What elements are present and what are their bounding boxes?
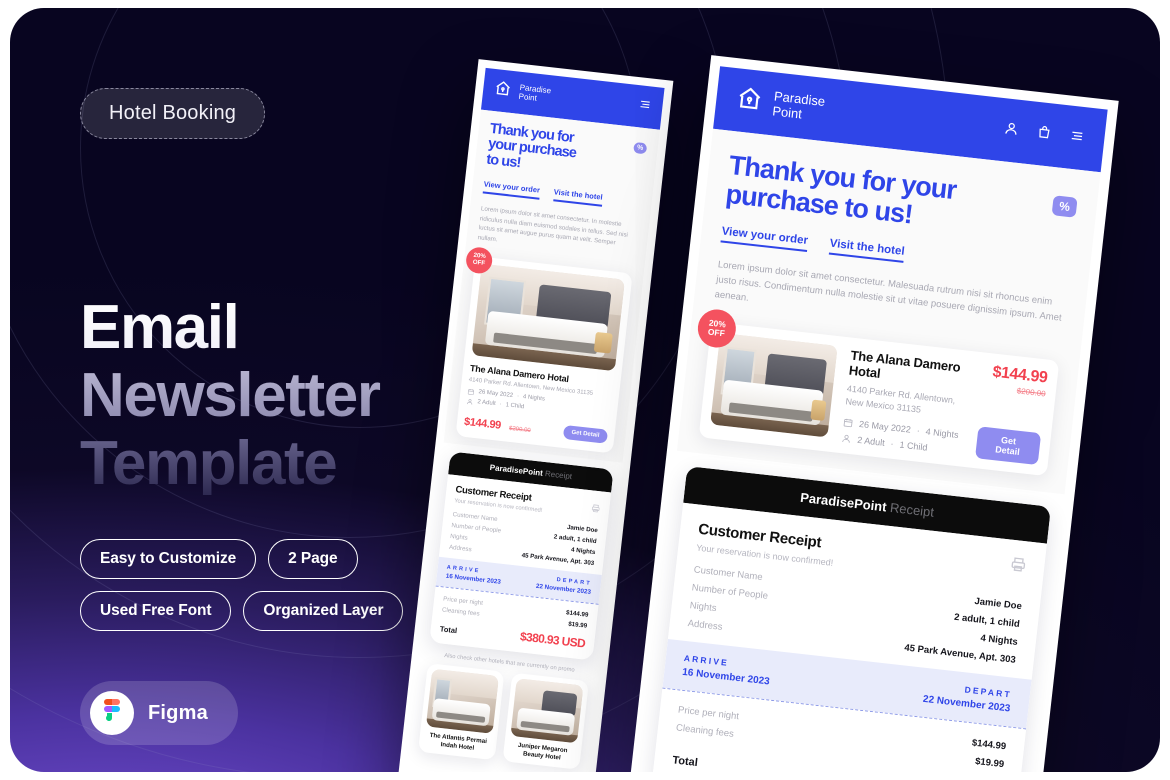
ticket-percent-icon: % <box>1051 195 1078 218</box>
hotel-card: 20% OFF The Alana Damero Hotal 4140 Parke… <box>455 245 633 453</box>
hotel-price-old: $200.00 <box>508 425 531 434</box>
hotel-photo <box>471 263 625 371</box>
brand-logo[interactable]: Paradise Point <box>493 79 552 107</box>
brand-logo[interactable]: Paradise Point <box>735 84 826 125</box>
printer-icon[interactable] <box>590 499 601 518</box>
headline-line-2: Newsletter <box>80 365 500 427</box>
hotel-card: 20% OFF The Alana Damero Hotal 4140 Parke… <box>695 307 1060 477</box>
email-hero-mobile: Thank you for your purchase to us! % Vie… <box>443 109 660 463</box>
figma-badge[interactable]: Figma <box>80 681 238 745</box>
person-icon <box>467 398 473 405</box>
printer-icon[interactable] <box>1009 556 1027 579</box>
calendar-icon <box>843 419 853 428</box>
person-icon <box>842 435 850 444</box>
feature-pill-list: Easy to Customize 2 Page Used Free Font … <box>80 539 420 631</box>
feature-pill-organized-layer[interactable]: Organized Layer <box>243 591 404 631</box>
email-sheet-desktop: Paradise Point Thank you for your purcha… <box>636 66 1108 772</box>
feature-pill-2-page[interactable]: 2 Page <box>268 539 358 579</box>
promo-hotel-cards: The Atlantis Permai Indah Hotel Juniper M… <box>409 662 598 771</box>
headline-line-1: Email <box>80 297 500 359</box>
promo-hotel-card[interactable]: The Atlantis Permai Indah Hotel <box>418 662 505 760</box>
header-actions <box>1003 120 1086 149</box>
promo-hotel-name: Juniper Megaron Beauty Hotel <box>517 741 568 762</box>
hotel-price: $144.99 <box>463 415 502 432</box>
hotel-nights: 4 Nights <box>925 426 960 441</box>
promo-banner: Hotel Booking Email Newsletter Template … <box>0 0 1170 780</box>
menu-icon[interactable] <box>1068 127 1085 149</box>
calendar-icon <box>467 388 475 395</box>
link-visit-the-hotel[interactable]: Visit the hotel <box>828 237 906 264</box>
ticket-percent-icon: % <box>633 141 648 155</box>
figma-label: Figma <box>148 701 208 724</box>
promo-hotel-photo <box>425 668 500 734</box>
email-hero-desktop: Thank you for your purchase to us! % Vie… <box>676 128 1101 495</box>
brand-name: Paradise Point <box>771 88 826 122</box>
hotel-photo <box>710 333 838 438</box>
hero-title: Thank you for your purchase to us! <box>485 120 577 172</box>
house-icon <box>493 79 512 103</box>
hotel-children: 1 Child <box>898 440 928 454</box>
bag-icon[interactable] <box>1035 123 1052 145</box>
link-view-your-order[interactable]: View your order <box>720 225 809 253</box>
promo-canvas: Hotel Booking Email Newsletter Template … <box>10 8 1160 772</box>
hotel-date: 26 May 2022 <box>478 389 514 400</box>
hero-title: Thank you for your purchase to us! <box>724 149 958 230</box>
get-detail-button[interactable]: Get Detail <box>974 426 1042 466</box>
hotel-adults: 2 Adult <box>477 399 496 408</box>
feature-pill-row: Easy to Customize 2 Page <box>80 539 420 579</box>
feature-pill-row: Used Free Font Organized Layer <box>80 591 420 631</box>
promo-hotel-card[interactable]: Juniper Megaron Beauty Hotel <box>502 672 589 770</box>
menu-icon[interactable] <box>637 97 652 116</box>
hotel-nights: 4 Nights <box>522 394 546 403</box>
hotel-adults: 2 Adult <box>856 435 886 449</box>
figma-icon <box>90 691 134 735</box>
customer-receipt-desktop: ParadisePoint Receipt Customer Receipt Y… <box>651 466 1051 772</box>
user-icon[interactable] <box>1003 120 1020 142</box>
customer-receipt-mobile: ParadisePoint Receipt Customer Receipt Y… <box>429 450 614 661</box>
email-mockup-desktop: Paradise Point Thank you for your purcha… <box>628 55 1119 772</box>
hero-description: Lorem ipsum dolor sit amet consectetur. … <box>477 205 629 247</box>
feature-pill-used-free-font[interactable]: Used Free Font <box>80 591 232 631</box>
link-visit-the-hotel[interactable]: Visit the hotel <box>552 187 604 207</box>
house-icon <box>735 84 764 118</box>
hotel-children: 1 Child <box>505 402 525 411</box>
get-detail-button[interactable]: Get Detail <box>562 424 609 444</box>
promo-hotel-photo <box>510 677 584 743</box>
feature-pill-easy-to-customize[interactable]: Easy to Customize <box>80 539 257 579</box>
promo-hotel-name: The Atlantis Permai Indah Hotel <box>429 731 488 752</box>
link-view-your-order[interactable]: View your order <box>482 179 541 200</box>
hotel-date: 26 May 2022 <box>858 419 912 436</box>
category-badge: Hotel Booking <box>80 88 266 139</box>
brand-name: Paradise Point <box>518 83 552 103</box>
